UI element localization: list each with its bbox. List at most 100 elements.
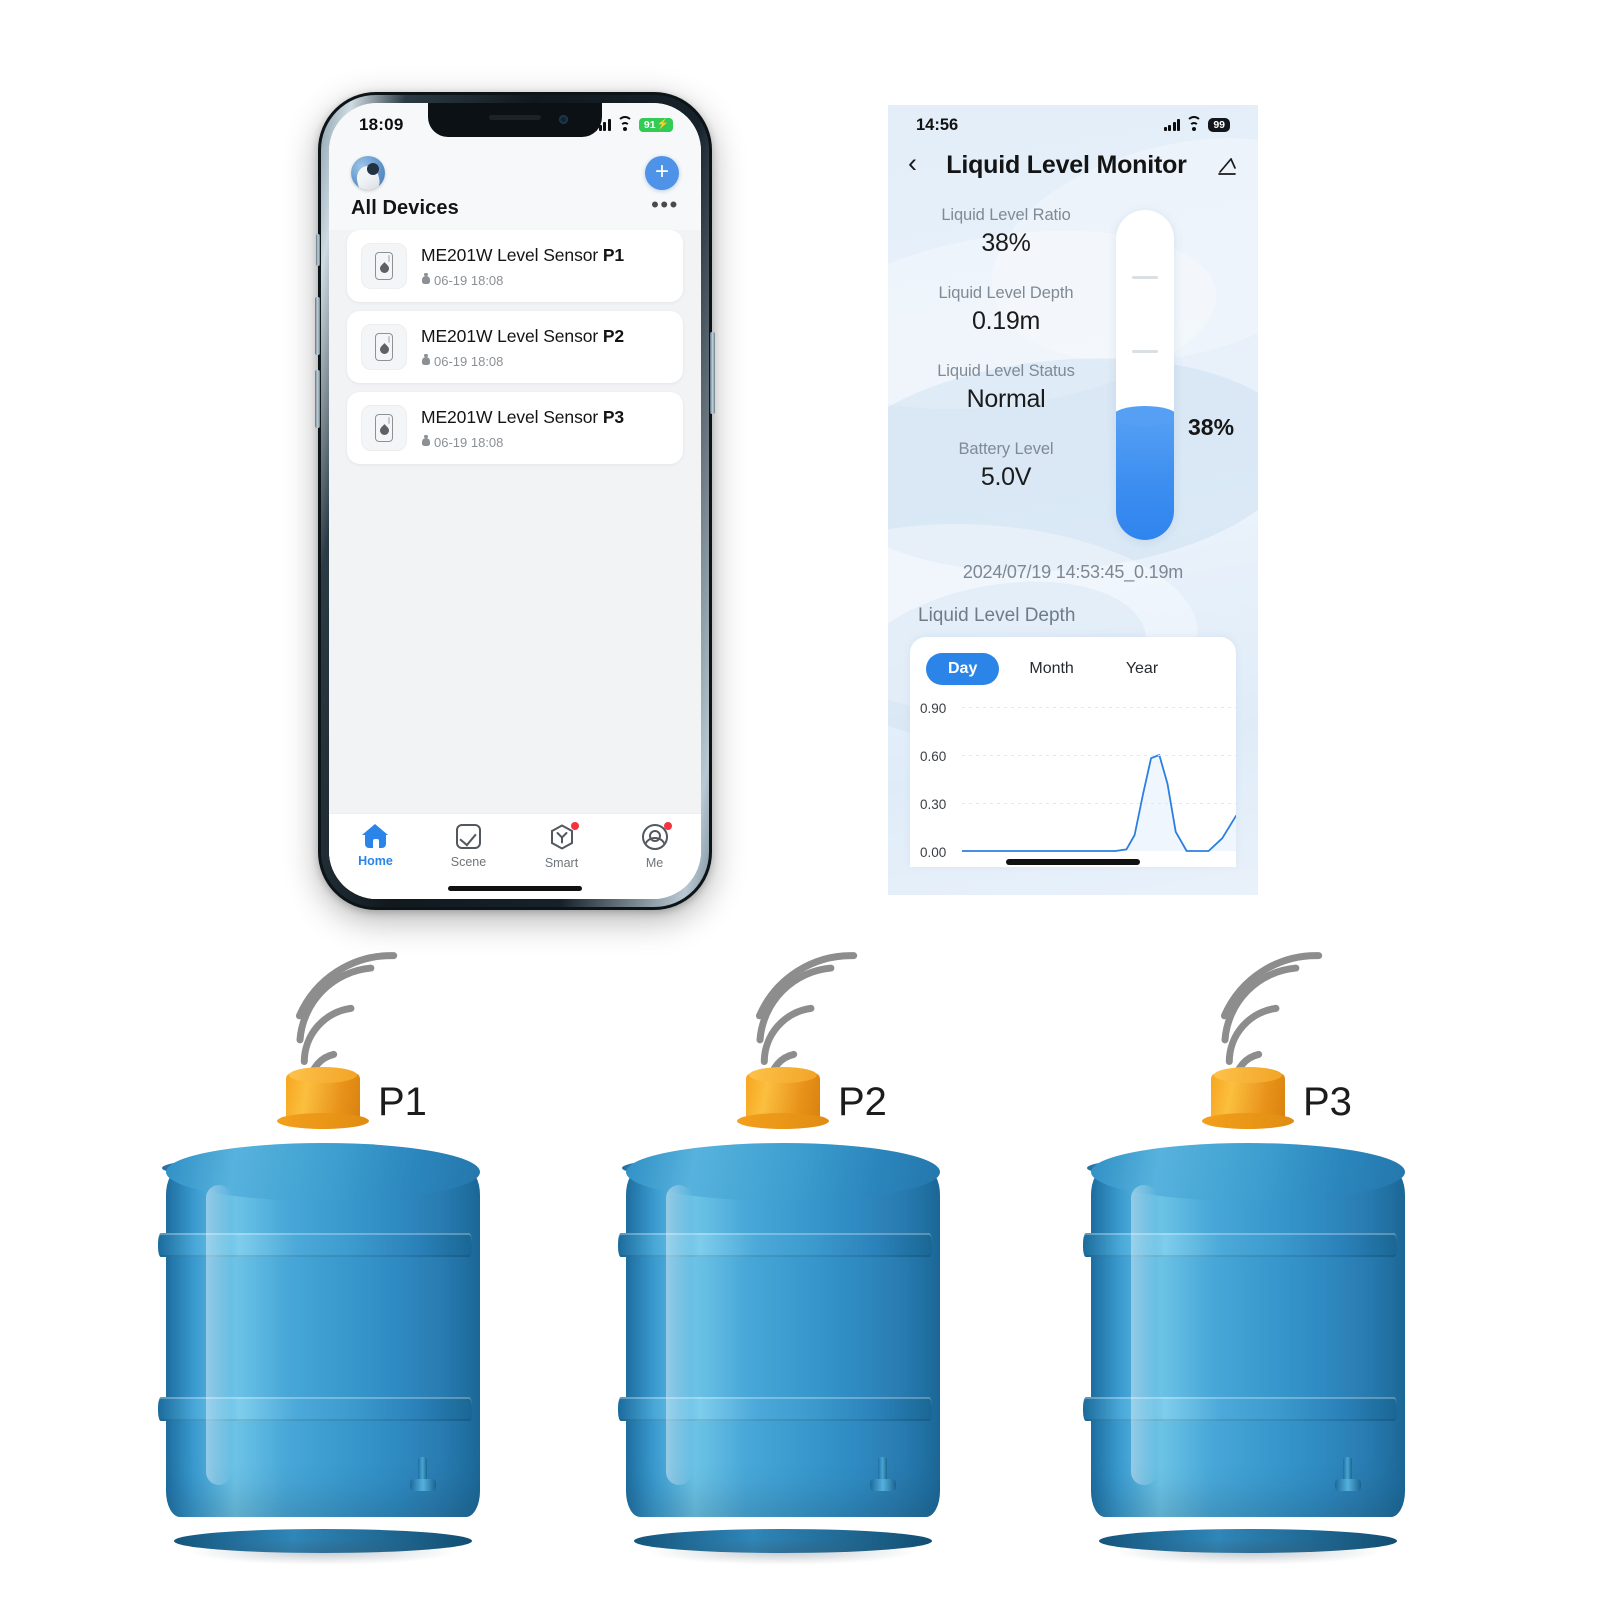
gauge-tick	[1132, 276, 1158, 279]
tank-label: P2	[838, 1080, 887, 1124]
phone-mute-switch[interactable]	[316, 234, 320, 266]
device-timestamp: 06-19 18:08	[434, 272, 504, 288]
phone-volume-down-button[interactable]	[315, 370, 320, 428]
list-item[interactable]: ME201W Level Sensor P1 06-19 18:08	[347, 230, 683, 302]
tank-highlight	[1131, 1185, 1157, 1485]
metric-value: 5.0V	[980, 463, 1032, 491]
tab-month[interactable]: Month	[1007, 653, 1095, 685]
charging-bolt-icon: ⚡	[656, 119, 669, 130]
gridline	[962, 803, 1236, 804]
pencil-edit-icon[interactable]	[1216, 155, 1238, 177]
status-indicators: 91 ⚡	[594, 116, 675, 132]
device-timestamp-row: 06-19 18:08	[421, 272, 669, 288]
tank-illustrations: P1 P2 P3	[0, 930, 1600, 1600]
tank-body	[158, 1067, 488, 1565]
status-time: 14:56	[916, 115, 959, 134]
tab-day[interactable]: Day	[926, 653, 1000, 685]
tank-body	[618, 1067, 948, 1565]
home-header: + All Devices •••	[329, 147, 701, 230]
device-tag: P2	[602, 325, 625, 346]
tank-highlight	[666, 1185, 692, 1485]
gridline	[962, 755, 1236, 756]
bell-icon	[421, 353, 431, 367]
list-item[interactable]: ME201W Level Sensor P3 06-19 18:08	[347, 392, 683, 464]
level-sensor-icon	[361, 405, 407, 451]
device-tag: P3	[602, 406, 625, 427]
gauge-tick	[1132, 350, 1158, 353]
device-name: ME201W Level Sensor P3	[421, 406, 625, 427]
metric-battery-level: Battery Level 5.0V	[896, 440, 1116, 492]
metric-label: Liquid Level Status	[937, 362, 1075, 380]
metric-liquid-level-status: Liquid Level Status Normal	[896, 362, 1116, 414]
avatar[interactable]	[351, 156, 385, 190]
device-tag: P1	[602, 244, 625, 265]
home-indicator	[448, 886, 582, 891]
chevron-left-icon[interactable]: ‹	[908, 150, 917, 177]
level-sensor-icon	[361, 324, 407, 370]
metric-value: 38%	[981, 229, 1031, 257]
front-camera	[559, 115, 568, 124]
plot-area	[962, 697, 1236, 865]
notification-badge	[570, 822, 579, 830]
device-timestamp-row: 06-19 18:08	[421, 434, 669, 450]
tank-valve	[410, 1457, 436, 1493]
tab-smart[interactable]: Smart	[515, 822, 608, 870]
metric-value: 0.19m	[972, 307, 1040, 335]
metric-label: Battery Level	[958, 440, 1054, 458]
ellipsis-icon[interactable]: •••	[651, 194, 679, 218]
right-status-bar: 14:56 99	[888, 105, 1258, 145]
y-tick-label: 0.90	[920, 701, 947, 716]
metrics-column: Liquid Level Ratio 38% Liquid Level Dept…	[888, 206, 1116, 540]
device-name: ME201W Level Sensor P2	[421, 325, 625, 346]
device-timestamp-row: 06-19 18:08	[421, 353, 669, 369]
y-tick-label: 0.60	[920, 749, 947, 764]
y-tick-label: 0.00	[920, 845, 947, 860]
tank-p1: P1	[110, 930, 530, 1600]
range-tabs: Day Month Year	[910, 653, 1236, 691]
chart-line	[962, 697, 1236, 865]
bell-icon	[421, 272, 431, 286]
tank-valve	[870, 1457, 896, 1493]
battery-icon: 91 ⚡	[638, 118, 673, 132]
tank-valve	[1335, 1457, 1361, 1493]
status-time: 18:09	[359, 115, 404, 134]
tank-p3: P3	[1035, 930, 1455, 1600]
bottom-tab-bar: Home Scene Smart Me	[329, 813, 701, 899]
tank-p2: P2	[570, 930, 990, 1600]
sensor-cap	[277, 1067, 369, 1129]
phone-volume-up-button[interactable]	[315, 297, 320, 355]
tab-home[interactable]: Home	[329, 824, 422, 868]
page-title: All Devices	[351, 197, 459, 219]
tab-year[interactable]: Year	[1104, 653, 1180, 685]
tab-scene[interactable]: Scene	[422, 824, 515, 869]
tab-label: Scene	[450, 855, 487, 869]
sensor-cap	[737, 1067, 829, 1129]
left-phone-screen: 18:09 91 ⚡ + All Devices ••• ME201W Leve…	[329, 103, 701, 899]
tank-label: P3	[1303, 1080, 1352, 1124]
device-list: ME201W Level Sensor P1 06-19 18:08 ME201…	[329, 230, 701, 899]
checkbox-icon	[456, 824, 481, 849]
metric-value: Normal	[966, 385, 1046, 413]
earpiece-speaker	[489, 115, 541, 120]
list-item[interactable]: ME201W Level Sensor P2 06-19 18:08	[347, 311, 683, 383]
battery-level-text: 91	[643, 118, 656, 131]
page-title: Liquid Level Monitor	[946, 151, 1187, 179]
cellular-signal-icon	[1163, 119, 1181, 131]
device-timestamp: 06-19 18:08	[434, 353, 504, 369]
metric-label: Liquid Level Ratio	[941, 206, 1071, 224]
battery-icon: 99	[1208, 117, 1230, 133]
app-header: ‹ Liquid Level Monitor	[888, 145, 1258, 180]
gridline	[962, 707, 1236, 708]
phone-power-button[interactable]	[710, 332, 715, 414]
tank-shadow	[188, 1539, 458, 1565]
tab-me[interactable]: Me	[608, 822, 701, 870]
y-tick-label: 0.30	[920, 797, 947, 812]
level-sensor-icon	[361, 243, 407, 289]
right-app-screen: 14:56 99 ‹ Liquid Level Monitor Liquid L…	[888, 105, 1258, 895]
wifi-icon	[616, 116, 633, 131]
left-phone-mockup: 18:09 91 ⚡ + All Devices ••• ME201W Leve…	[315, 92, 715, 910]
add-device-button[interactable]: +	[645, 156, 679, 190]
bell-icon	[421, 434, 431, 448]
home-indicator	[1006, 859, 1140, 865]
tank-body	[1083, 1067, 1413, 1565]
